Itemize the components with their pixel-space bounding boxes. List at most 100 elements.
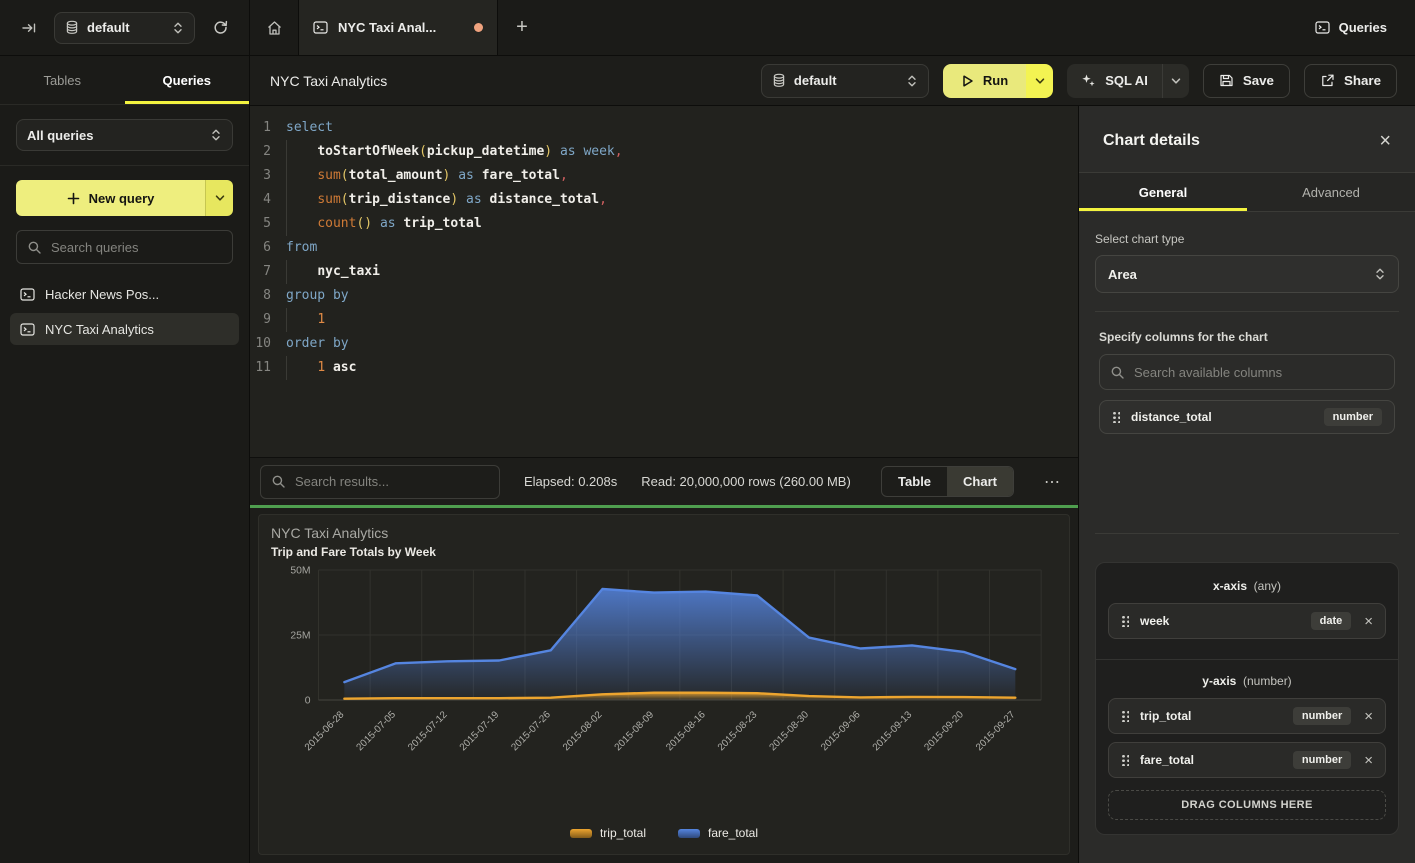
columns-search[interactable] [1099, 354, 1395, 390]
chart-type-label: Select chart type [1095, 232, 1399, 246]
sql-ai-menu-button[interactable] [1162, 64, 1189, 98]
topbar-database-select[interactable]: default [54, 12, 195, 44]
svg-text:2015-07-05: 2015-07-05 [355, 709, 399, 753]
refresh-button[interactable] [207, 15, 233, 41]
code-line[interactable]: 11 1 asc [250, 356, 1078, 380]
y-axis-items: trip_totalnumber× fare_totalnumber× [1108, 698, 1386, 778]
chevron-down-icon [1034, 75, 1046, 87]
legend-item-fare_total[interactable]: fare_total [678, 826, 758, 840]
topbar-database-value: default [87, 20, 130, 35]
query-search[interactable] [16, 230, 233, 264]
code-line[interactable]: 1select [250, 116, 1078, 140]
svg-text:2015-06-28: 2015-06-28 [303, 709, 347, 753]
available-columns-list: distance_totalnumber [1099, 400, 1395, 434]
new-tab-button[interactable]: + [498, 0, 546, 55]
code-line[interactable]: 7 nyc_taxi [250, 260, 1078, 284]
code-line[interactable]: 3 sum(total_amount) as fare_total, [250, 164, 1078, 188]
new-query-menu-button[interactable] [205, 180, 233, 216]
line-number: 1 [250, 116, 286, 140]
collapse-sidebar-button[interactable] [16, 15, 42, 41]
query-list-item[interactable]: NYC Taxi Analytics [10, 313, 239, 345]
remove-column-button[interactable]: × [1362, 752, 1373, 769]
toolbar-database-select[interactable]: default [761, 64, 929, 98]
run-options-button[interactable] [1026, 64, 1053, 98]
tab-general[interactable]: General [1079, 173, 1247, 211]
legend-item-trip_total[interactable]: trip_total [570, 826, 646, 840]
drag-handle-icon[interactable] [1121, 710, 1129, 722]
code-line[interactable]: 10order by [250, 332, 1078, 356]
column-pill-trip_total[interactable]: trip_totalnumber× [1108, 698, 1386, 734]
collapse-sidebar-icon [21, 21, 37, 35]
code-text: from [286, 236, 317, 260]
results-more-button[interactable]: ⋯ [1038, 472, 1066, 492]
column-name: fare_total [1140, 753, 1194, 767]
query-list-item[interactable]: Hacker News Pos... [10, 278, 239, 310]
code-line[interactable]: 6from [250, 236, 1078, 260]
share-label: Share [1344, 73, 1381, 88]
tab-advanced[interactable]: Advanced [1247, 173, 1415, 211]
column-pill-distance_total[interactable]: distance_totalnumber [1099, 400, 1395, 434]
queries-link[interactable]: Queries [1315, 0, 1415, 55]
sidebar-tab-tables[interactable]: Tables [0, 56, 125, 104]
query-label: Hacker News Pos... [45, 287, 159, 302]
line-number: 4 [250, 188, 286, 212]
axes-divider [1096, 659, 1398, 660]
code-text: nyc_taxi [286, 260, 380, 284]
run-button[interactable]: Run [943, 64, 1026, 98]
columns-search-input[interactable] [1134, 365, 1384, 380]
sql-editor[interactable]: 1select2 toStartOfWeek(pickup_datetime) … [250, 106, 1078, 457]
chart-details-title: Chart details [1103, 132, 1200, 150]
code-line[interactable]: 8group by [250, 284, 1078, 308]
run-button-group: Run [943, 64, 1053, 98]
tab-title: NYC Taxi Anal... [338, 20, 436, 35]
sql-ai-button[interactable]: SQL AI [1067, 64, 1162, 98]
tab-nyc-taxi-analytics[interactable]: NYC Taxi Anal... [298, 0, 498, 55]
remove-column-button[interactable]: × [1362, 613, 1373, 630]
view-tab-chart[interactable]: Chart [947, 467, 1013, 496]
results-search[interactable] [260, 465, 500, 499]
column-pill-fare_total[interactable]: fare_totalnumber× [1108, 742, 1386, 778]
save-label: Save [1243, 73, 1274, 88]
console-icon [20, 323, 35, 336]
chevron-updown-icon [172, 21, 184, 35]
remove-column-button[interactable]: × [1362, 708, 1373, 725]
run-label: Run [983, 73, 1008, 88]
code-text: 1 asc [286, 356, 356, 380]
results-toolbar: Elapsed: 0.208s Read: 20,000,000 rows (2… [250, 457, 1078, 505]
new-query-button[interactable]: New query [16, 180, 233, 216]
drag-handle-icon[interactable] [1112, 411, 1120, 423]
close-panel-button[interactable]: × [1379, 134, 1391, 148]
save-button[interactable]: Save [1203, 64, 1290, 98]
panel-divider [1095, 311, 1399, 312]
sql-ai-button-group: SQL AI [1067, 64, 1189, 98]
sidebar-tab-queries[interactable]: Queries [125, 56, 250, 104]
refresh-icon [212, 19, 229, 36]
drag-handle-icon[interactable] [1121, 615, 1129, 627]
drop-zone[interactable]: DRAG COLUMNS HERE [1108, 790, 1386, 820]
query-filter-select[interactable]: All queries [16, 119, 233, 151]
code-line[interactable]: 4 sum(trip_distance) as distance_total, [250, 188, 1078, 212]
save-icon [1219, 73, 1234, 88]
svg-text:0: 0 [305, 695, 311, 706]
column-pill-week[interactable]: weekdate× [1108, 603, 1386, 639]
legend-label: trip_total [600, 826, 646, 840]
view-tab-table[interactable]: Table [882, 467, 947, 496]
chart-type-select[interactable]: Area [1095, 255, 1399, 293]
elapsed-stat: Elapsed: 0.208s [524, 474, 617, 489]
code-text: 1 [286, 308, 325, 332]
console-icon [20, 288, 35, 301]
y-axis-title: y-axis [1202, 674, 1236, 688]
code-text: order by [286, 332, 349, 356]
svg-text:2015-09-20: 2015-09-20 [922, 709, 966, 753]
home-button[interactable] [250, 0, 298, 55]
code-line[interactable]: 2 toStartOfWeek(pickup_datetime) as week… [250, 140, 1078, 164]
results-search-input[interactable] [295, 474, 489, 489]
share-button[interactable]: Share [1304, 64, 1397, 98]
query-title: NYC Taxi Analytics [270, 73, 387, 89]
code-line[interactable]: 9 1 [250, 308, 1078, 332]
query-search-input[interactable] [51, 240, 222, 255]
chevron-updown-icon [210, 128, 222, 142]
drag-handle-icon[interactable] [1121, 754, 1129, 766]
svg-text:2015-07-19: 2015-07-19 [458, 709, 502, 753]
code-line[interactable]: 5 count() as trip_total [250, 212, 1078, 236]
